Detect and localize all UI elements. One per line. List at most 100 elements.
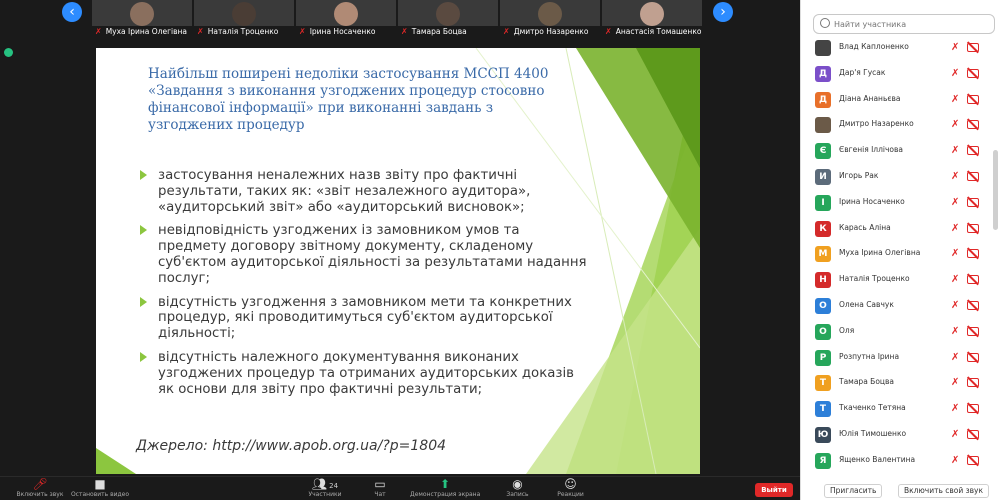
participant-row[interactable]: І Ірина Носаченко ✗	[801, 191, 993, 217]
participant-name: Юлія Тимошенко	[839, 428, 907, 438]
video-thumbnail[interactable]: ✗ Анастасія Томашенко	[602, 0, 702, 38]
avatar: Ю	[815, 426, 831, 443]
mic-muted-icon: ✗	[299, 27, 306, 36]
participant-video	[538, 2, 562, 26]
unmute-self-button[interactable]: Включить свой звук	[898, 484, 990, 498]
video-thumbnail[interactable]: ✗ Муха Ірина Олегівна	[92, 0, 192, 38]
participant-row[interactable]: Дмитро Назаренко ✗	[801, 113, 993, 139]
participant-list: Влад Каплоненко ✗ Д Дар'я Гусак ✗ Д Діана Анан…	[801, 36, 993, 474]
mic-muted-icon[interactable]: ✗	[951, 300, 959, 312]
share-screen-button[interactable]: ⬆ Демонстрация экрана	[410, 477, 480, 500]
mic-muted-icon[interactable]: ✗	[951, 197, 959, 209]
bullet-item: відсутність належного документування вик…	[138, 350, 588, 397]
participant-name: Розпутна Ірина	[839, 351, 900, 361]
participant-row[interactable]: К Карась Аліна ✗	[801, 217, 993, 243]
participant-video	[334, 2, 358, 26]
participant-name: Игорь Рак	[839, 170, 879, 180]
participant-list-scrollbar[interactable]	[993, 150, 998, 230]
meeting-toolbar: 🎤︎ Включить звук ■ Остановить видео 👥︎ 24…	[0, 476, 800, 500]
mic-muted-icon[interactable]: ✗	[951, 171, 959, 183]
participants-button[interactable]: 👥︎ 24 Участники	[300, 477, 350, 500]
participant-name: Ткаченко Тетяна	[839, 403, 906, 413]
mic-muted-icon: ✗	[401, 27, 408, 36]
slide-bullet-list: застосування неналежних назв звіту про ф…	[138, 168, 588, 405]
mic-muted-icon[interactable]: ✗	[951, 429, 959, 441]
participant-row[interactable]: Д Дар'я Гусак ✗	[801, 62, 993, 88]
shared-screen-slide: Найбільш поширені недоліки застосування …	[96, 48, 700, 474]
thumbnail-name: Ірина Носаченко	[309, 27, 376, 36]
mic-muted-icon[interactable]: ✗	[951, 68, 959, 80]
participant-row[interactable]: Т Тамара Боцва ✗	[801, 371, 993, 397]
chat-icon: ▭	[374, 477, 386, 491]
participant-row[interactable]: М Муха Ірина Олегівна ✗	[801, 242, 993, 268]
mic-muted-icon[interactable]: ✗	[951, 248, 959, 260]
mic-muted-icon[interactable]: ✗	[951, 326, 959, 338]
mic-muted-icon[interactable]: ✗	[951, 42, 959, 54]
video-thumbnail[interactable]: ✗ Дмитро Назаренко	[500, 0, 600, 38]
participant-name: Дар'я Гусак	[839, 67, 886, 77]
avatar	[815, 117, 831, 134]
video-thumbnail[interactable]: ✗ Ірина Носаченко	[296, 0, 396, 38]
participant-name: Муха Ірина Олегівна	[839, 248, 921, 258]
thumbnail-name: Дмитро Назаренко	[513, 27, 589, 36]
security-shield-icon[interactable]	[4, 48, 13, 57]
participant-row[interactable]: Є Євгенія Іллічова ✗	[801, 139, 993, 165]
participant-search[interactable]	[813, 14, 995, 34]
participant-name: Влад Каплоненко	[839, 42, 909, 51]
video-off-icon	[967, 94, 979, 104]
avatar: М	[815, 246, 831, 263]
chat-button[interactable]: ▭ Чат	[360, 477, 400, 500]
mic-toggle-button[interactable]: 🎤︎ Включить звук	[10, 477, 70, 500]
record-button[interactable]: ◉ Запись	[495, 477, 540, 500]
participant-row[interactable]: Н Наталія Троценко ✗	[801, 268, 993, 294]
participant-row[interactable]: И Игорь Рак ✗	[801, 165, 993, 191]
participant-row[interactable]: Влад Каплоненко ✗	[801, 36, 993, 62]
participant-name: Діана Ананьєва	[839, 93, 901, 103]
leave-meeting-button[interactable]: Выйти	[755, 483, 793, 497]
participants-panel: Влад Каплоненко ✗ Д Дар'я Гусак ✗ Д Діана Анан…	[800, 0, 1000, 500]
participant-video	[640, 2, 664, 26]
slide-source: Джерело: http://www.apob.org.ua/?p=1804	[136, 438, 447, 454]
participant-row[interactable]: Т Ткаченко Тетяна ✗	[801, 397, 993, 423]
avatar: Т	[815, 375, 831, 392]
bullet-arrow-icon	[140, 351, 147, 362]
video-off-icon	[967, 326, 979, 336]
participant-search-input[interactable]	[834, 17, 984, 31]
next-page-button[interactable]: ›	[713, 2, 733, 22]
prev-page-button[interactable]: ‹	[62, 2, 82, 22]
avatar: І	[815, 194, 831, 211]
mic-muted-icon[interactable]: ✗	[951, 145, 959, 157]
reactions-icon: ☺	[564, 477, 577, 491]
slide-title: Найбільш поширені недоліки застосування …	[148, 66, 549, 133]
mic-muted-icon[interactable]: ✗	[951, 223, 959, 235]
participant-row[interactable]: Я Ященко Валентина ✗	[801, 449, 993, 474]
participant-row[interactable]: О Оля ✗	[801, 320, 993, 346]
participant-name: Наталія Троценко	[839, 274, 910, 284]
mic-muted-icon[interactable]: ✗	[951, 352, 959, 364]
mic-muted-icon[interactable]: ✗	[951, 119, 959, 131]
participant-name: Олена Савчук	[839, 299, 894, 309]
bullet-arrow-icon	[140, 170, 147, 180]
video-toggle-button[interactable]: ■ Остановить видео	[70, 477, 130, 500]
bullet-arrow-icon	[140, 296, 147, 307]
participant-row[interactable]: Р Розпутна Ірина ✗	[801, 346, 993, 372]
video-thumbnail[interactable]: ✗ Тамара Боцва	[398, 0, 498, 38]
video-off-icon	[967, 275, 979, 285]
participant-name: Оля	[839, 325, 855, 335]
participant-row[interactable]: Ю Юлія Тимошенко ✗	[801, 423, 993, 449]
participant-video	[232, 2, 256, 26]
mic-muted-icon[interactable]: ✗	[951, 377, 959, 389]
video-thumbnail[interactable]: ✗ Наталія Троценко	[194, 0, 294, 38]
mic-muted-icon[interactable]: ✗	[951, 274, 959, 286]
video-camera-icon: ■	[94, 477, 106, 491]
mic-muted-icon[interactable]: ✗	[951, 455, 959, 467]
mic-muted-icon[interactable]: ✗	[951, 403, 959, 415]
reactions-button[interactable]: ☺ Реакции	[548, 477, 593, 500]
avatar: Я	[815, 452, 831, 469]
participant-row[interactable]: О Олена Савчук ✗	[801, 294, 993, 320]
mic-muted-icon: 🎤︎	[32, 477, 48, 491]
invite-button[interactable]: Пригласить	[824, 484, 883, 498]
mic-muted-icon[interactable]: ✗	[951, 94, 959, 106]
participant-video	[436, 2, 460, 26]
participant-row[interactable]: Д Діана Ананьєва ✗	[801, 88, 993, 114]
